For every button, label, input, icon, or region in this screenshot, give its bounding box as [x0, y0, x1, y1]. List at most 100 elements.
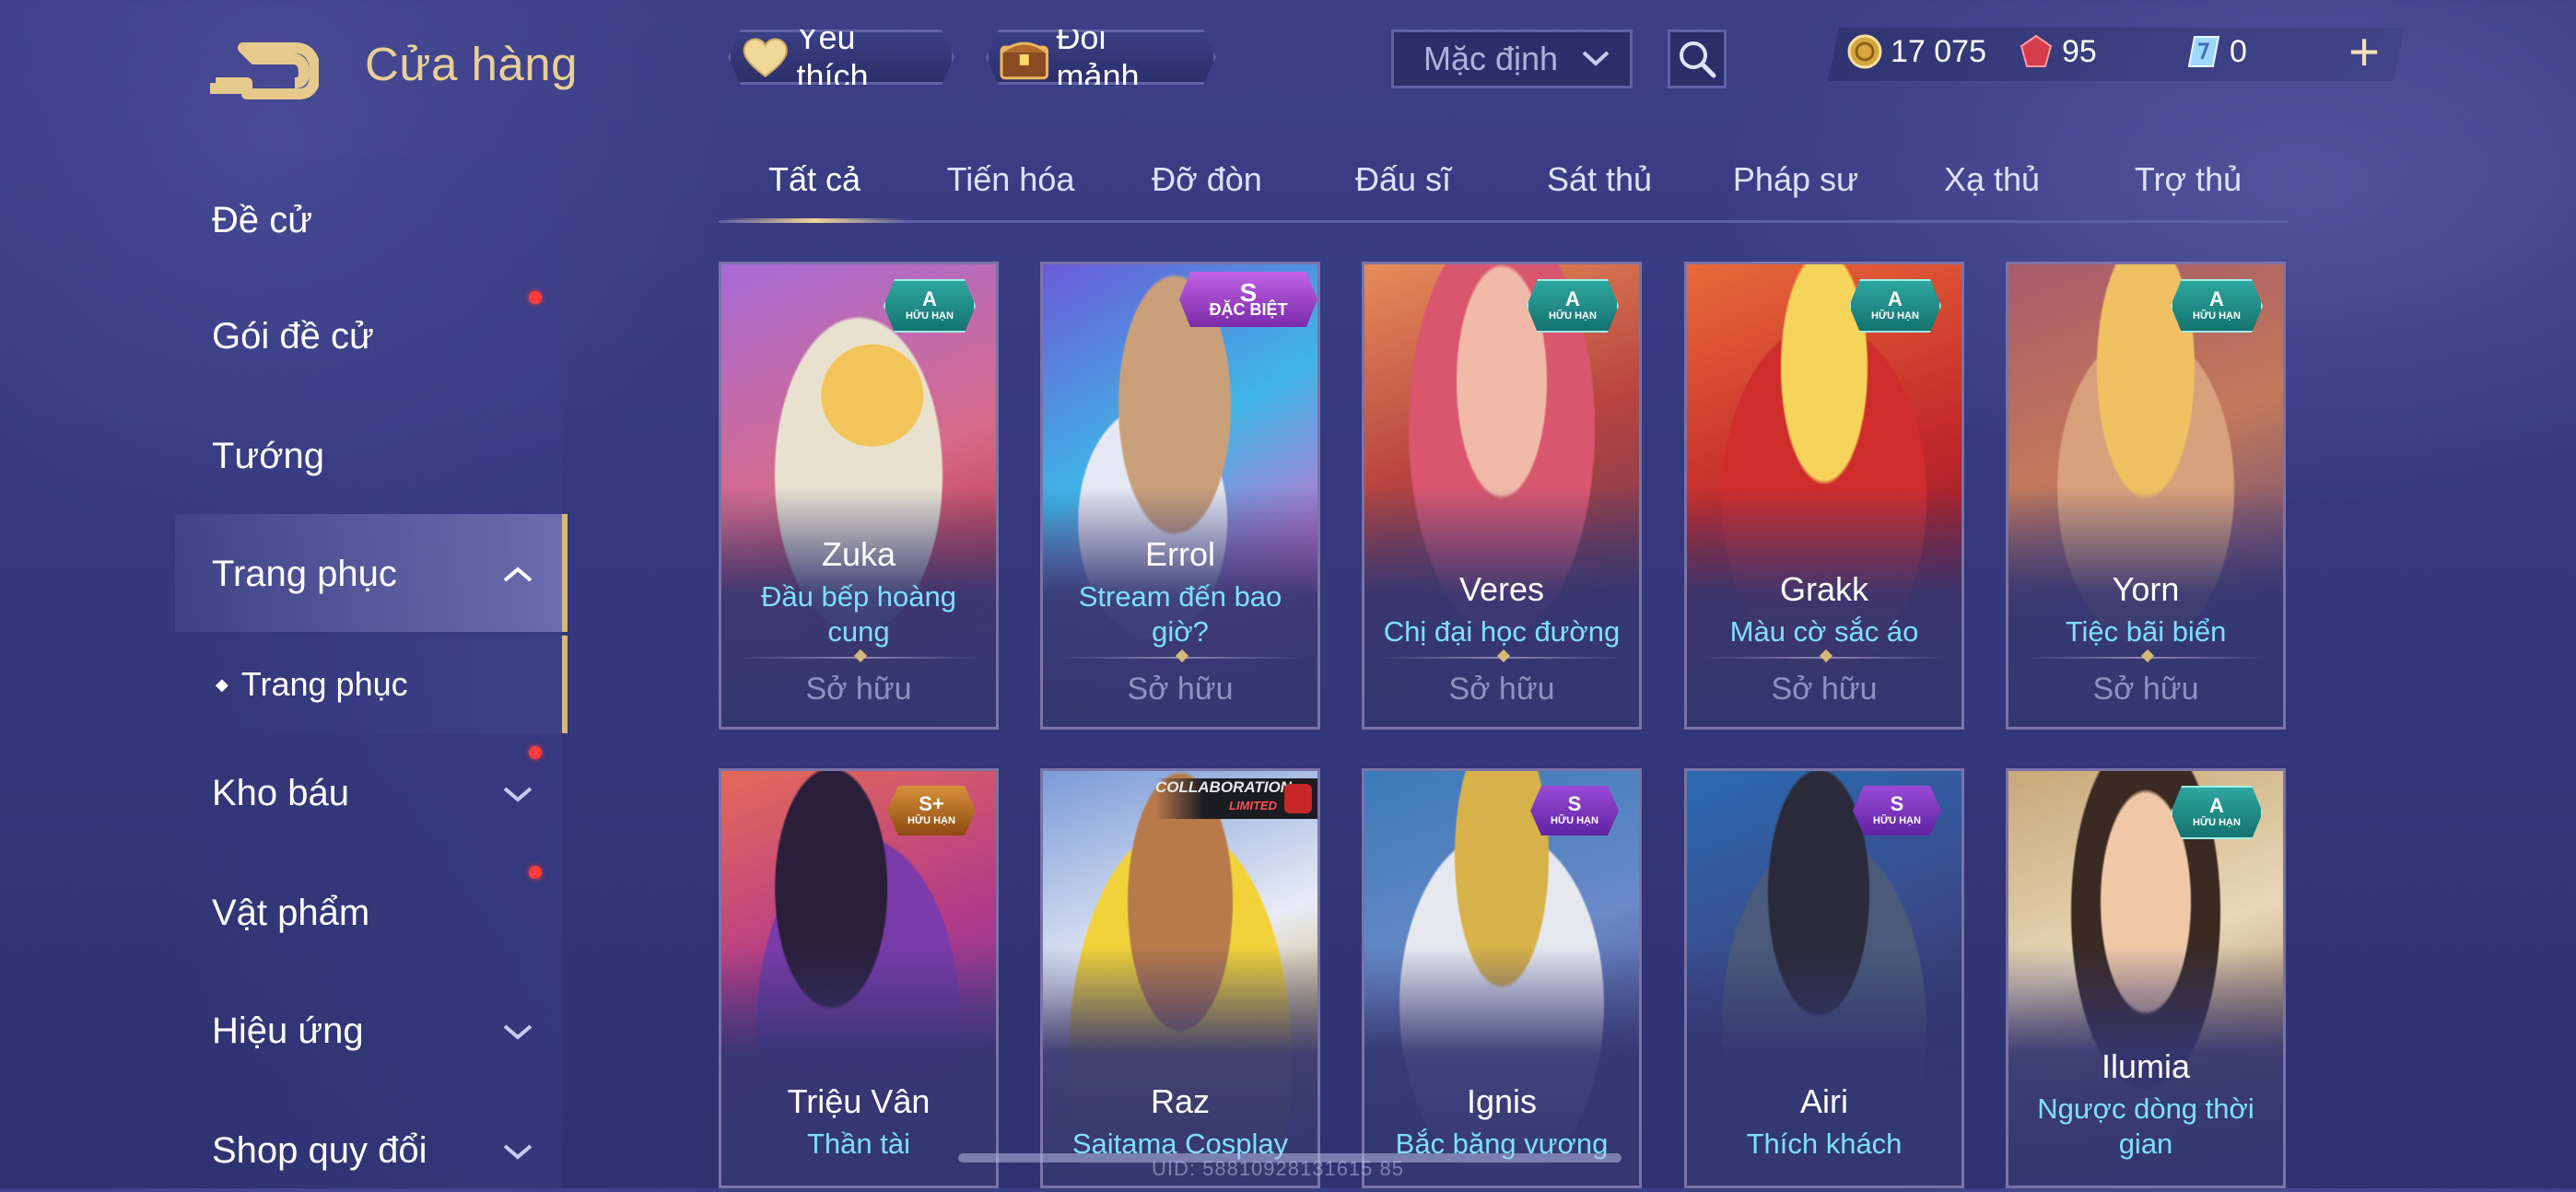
back-button[interactable] [210, 37, 321, 99]
exchange-fragments-button[interactable]: Đổi mảnh [986, 29, 1216, 85]
hero-name: Raz [1150, 1082, 1211, 1120]
hero-name: Veres [1458, 570, 1545, 608]
tab-mage[interactable]: Pháp sư [1704, 160, 1888, 219]
tab-fighter[interactable]: Đấu sĩ [1311, 160, 1495, 219]
skin-card-zuka[interactable]: A HỮU HẠN Zuka Đầu bếp hoàng cung Sở hữu [719, 262, 999, 730]
chevron-up-icon [503, 567, 533, 582]
favorite-button[interactable]: Yêu thích [728, 29, 954, 85]
skin-name: Đầu bếp hoàng cung [760, 580, 957, 648]
tab-support[interactable]: Trợ thủ [2096, 160, 2280, 219]
sort-value: Mặc định [1423, 40, 1559, 77]
search-button[interactable] [1668, 29, 1727, 88]
sidebar-item-treasure[interactable]: Kho báu [212, 752, 562, 835]
grade-badge: A HỮU HẠN [2171, 786, 2263, 839]
skin-card-airi[interactable]: S HỮU HẠN Airi Thích khách [1684, 768, 1964, 1188]
add-currency-icon[interactable]: + [2340, 26, 2388, 79]
owned-status: Sở hữu [1127, 672, 1234, 707]
tab-tank[interactable]: Đỡ đòn [1115, 160, 1299, 219]
sidebar-item-label: Kho báu [212, 772, 350, 813]
skin-name: Thần tài [806, 1128, 910, 1160]
skin-card-ilumia[interactable]: A HỮU HẠN Ilumia Ngược dòng thời gian [2006, 768, 2286, 1188]
tab-marksman[interactable]: Xạ thủ [1900, 160, 2084, 219]
skin-card-grakk[interactable]: A HỮU HẠN Grakk Màu cờ sắc áo Sở hữu [1684, 262, 1964, 730]
sidebar-item-label: Shop quy đổi [212, 1129, 427, 1171]
favorite-label: Yêu thích [796, 18, 869, 95]
user-id: UID: 58810928131615 85 [1152, 1157, 1404, 1180]
hero-name: Yorn [2112, 570, 2180, 608]
gold-amount: 17 075 [1891, 33, 1986, 69]
chevron-down-icon [503, 1144, 533, 1160]
owned-status: Sở hữu [1448, 672, 1555, 707]
sidebar-item-label: Trang phục [212, 553, 397, 594]
skin-name: Tiệc bãi biển [2065, 615, 2227, 648]
grade-badge: A HỮU HẠN [1849, 279, 1941, 333]
skin-card-veres[interactable]: A HỮU HẠN Veres Chị đại học đường Sở hữu [1362, 262, 1642, 730]
grade-badge: S HỮU HẠN [1530, 786, 1619, 836]
tab-evolution[interactable]: Tiến hóa [919, 160, 1103, 219]
sidebar-subitem-costumes[interactable]: ◆ Trang phục [216, 643, 566, 726]
sidebar-item-recommended[interactable]: Đề cử [212, 179, 562, 262]
grade-badge: S+ HỮU HẠN [887, 786, 976, 836]
sidebar-item-label: Trang phục [240, 665, 408, 703]
skin-card-yorn[interactable]: A HỮU HẠN Yorn Tiệc bãi biển Sở hữu [2006, 262, 2286, 730]
hero-name: Ignis [1466, 1082, 1538, 1120]
skin-card-raz[interactable]: COLLABORATION LIMITED Raz Saitama Cospla… [1040, 768, 1320, 1188]
sidebar-item-label: Gói đề cử [212, 315, 374, 356]
search-icon [1680, 41, 1716, 78]
skin-name: Màu cờ sắc áo [1729, 615, 1919, 648]
sidebar-item-label: Vật phẩm [212, 892, 370, 933]
sidebar-item-items[interactable]: Vật phẩm [212, 871, 562, 954]
skin-name: Thích khách [1746, 1128, 1903, 1160]
crystal-balance: 0 [2185, 33, 2247, 70]
gold-balance: 17 075 [1846, 33, 1986, 70]
crystal-amount: 0 [2230, 33, 2247, 69]
grade-badge: S ĐẶC BIỆT [1179, 272, 1317, 327]
back-arrow-icon [210, 42, 321, 99]
hero-name: Triệu Vân [787, 1082, 931, 1120]
treasure-chest-icon [998, 32, 1050, 82]
sidebar-item-bundles[interactable]: Gói đề cử [212, 295, 562, 378]
skin-card-errol[interactable]: S ĐẶC BIỆT Errol Stream đến bao giờ? Sở h… [1040, 262, 1320, 730]
diamond-bullet-icon: ◆ [216, 674, 228, 694]
sidebar: Đề cử Gói đề cử Tướng Trang phục ◆ Trang… [0, 157, 568, 1188]
tab-assassin[interactable]: Sát thủ [1507, 160, 1692, 219]
voucher-balance: 95 [2018, 33, 2097, 70]
hero-name: Errol [1144, 535, 1215, 573]
skin-name: Stream đến bao giờ? [1078, 580, 1282, 648]
sidebar-item-costumes[interactable]: Trang phục [212, 532, 562, 615]
sidebar-item-exchange-shop[interactable]: Shop quy đổi [212, 1109, 562, 1192]
exchange-fragments-label: Đổi mảnh [1056, 18, 1140, 95]
owned-status: Sở hữu [805, 672, 912, 707]
sidebar-item-label: Hiệu ứng [212, 1010, 364, 1051]
hero-name: Airi [1800, 1082, 1848, 1120]
category-tabs: Tất cả Tiến hóa Đỡ đòn Đấu sĩ Sát thủ Ph… [719, 147, 2289, 223]
hero-name: Grakk [1779, 570, 1868, 608]
grade-badge: A HỮU HẠN [884, 279, 976, 333]
owned-status: Sở hữu [1771, 672, 1878, 707]
collaboration-badge: COLLABORATION LIMITED [1155, 778, 1317, 819]
hero-name: Zuka [821, 535, 896, 573]
red-gem-icon [2020, 34, 2053, 67]
chevron-down-icon [1582, 51, 1610, 66]
skin-name: Ngược dòng thời gian [2037, 1093, 2254, 1160]
tab-all[interactable]: Tất cả [722, 160, 907, 223]
grade-badge: A HỮU HẠN [2171, 279, 2263, 333]
skin-card-trieu-van[interactable]: S+ HỮU HẠN Triệu Vân Thần tài [719, 768, 999, 1188]
skin-card-ignis[interactable]: S HỮU HẠN Ignis Bắc băng vương [1362, 768, 1642, 1188]
skin-name: Chị đại học đường [1383, 615, 1621, 648]
owned-status: Sở hữu [2092, 672, 2199, 707]
hero-name: Ilumia [2101, 1047, 2191, 1085]
grade-badge: S HỮU HẠN [1853, 786, 1941, 836]
voucher-amount: 95 [2062, 33, 2097, 69]
crystal-ticket-icon [2187, 36, 2220, 67]
page-title: Cửa hàng [365, 38, 578, 90]
gold-coin-icon [1847, 34, 1882, 69]
heart-icon [740, 34, 790, 80]
grade-badge: A HỮU HẠN [1527, 279, 1619, 333]
chevron-down-icon [503, 787, 533, 802]
sort-dropdown[interactable]: Mặc định [1391, 29, 1633, 88]
sidebar-item-label: Đề cử [212, 199, 313, 240]
sidebar-item-label: Tướng [212, 435, 324, 476]
sidebar-item-heroes[interactable]: Tướng [212, 415, 562, 497]
sidebar-item-effects[interactable]: Hiệu ứng [212, 989, 562, 1072]
